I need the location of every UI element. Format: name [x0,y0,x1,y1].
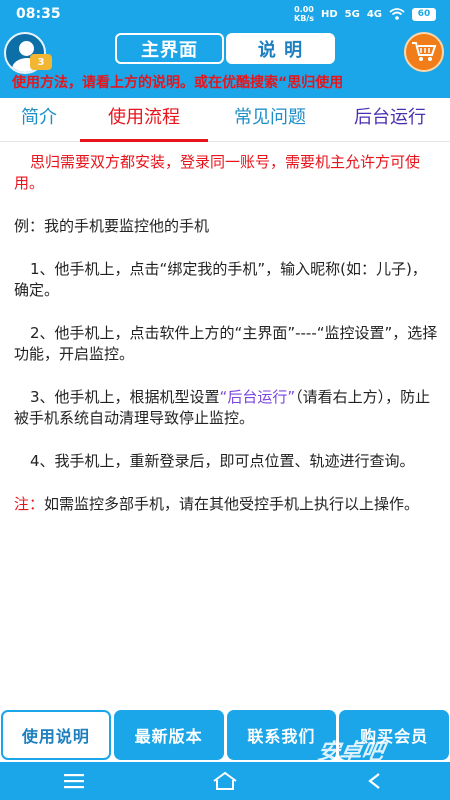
shopping-cart-icon[interactable] [404,32,444,72]
back-icon[interactable] [365,772,387,790]
note-label: 注： [14,495,45,513]
avatar-badge: 3 [30,54,52,70]
home-icon[interactable] [212,771,238,791]
net-speed: 0.00 KB/s [294,5,314,23]
note: 注：如需监控多部手机，请在其他受控手机上执行以上操作。 [14,495,420,513]
step-4: 4、我手机上，重新登录后，即可点位置、轨迹进行查询。 [30,452,415,470]
tab-bar: 简介 使用流程 常见问题 后台运行 [0,98,450,142]
app-header: 3 主界面 说 明 使用方法，请看上方的说明。或在优酷搜索“思归使用 [0,28,450,98]
tab-usage-flow[interactable]: 使用流程 [78,98,210,142]
intro-text: 思归需要双方都安装，登录同一账号，需要机主允许方可使用。 [14,153,421,192]
usage-content: 思归需要双方都安装，登录同一账号，需要机主允许方可使用。 例：我的手机要监控他的… [14,152,440,537]
watermark: 安卓吧 [315,740,386,765]
tab-faq[interactable]: 常见问题 [210,98,330,141]
status-time: 08:35 [16,6,61,22]
main-screen-button[interactable]: 主界面 [115,33,224,64]
status-bar: 08:35 0.00 KB/s HD 5G 4G 60 [0,0,450,28]
wifi-icon [389,8,405,20]
latest-version-button[interactable]: 最新版本 [113,710,224,760]
step-1: 1、他手机上，点击“绑定我的手机”，输入昵称(如：儿子)，确定。 [14,260,427,299]
system-nav-bar [0,762,450,800]
example-text: 例：我的手机要监控他的手机 [14,217,210,235]
tab-intro[interactable]: 简介 [0,98,78,141]
step-3: 3、他手机上，根据机型设置“后台运行”（请看右上方），防止被手机系统自动清理导致… [14,388,431,427]
tab-background-run[interactable]: 后台运行 [330,98,450,141]
marquee-notice: 使用方法，请看上方的说明。或在优酷搜索“思归使用 [12,75,344,91]
step-2: 2、他手机上，点击软件上方的“主界面”----“监控设置”，选择功能，开启监控。 [14,324,438,363]
help-button[interactable]: 说 明 [226,33,335,64]
status-icons: 0.00 KB/s HD 5G 4G 60 [294,5,436,23]
signal-5g-icon: 5G [344,8,360,20]
menu-icon[interactable] [63,773,85,789]
hd-badge: HD [320,8,338,20]
background-run-highlight: “后台运行” [219,388,296,406]
battery-icon: 60 [412,7,436,21]
usage-instructions-button[interactable]: 使用说明 [1,710,111,760]
signal-4g-icon: 4G [366,8,382,20]
